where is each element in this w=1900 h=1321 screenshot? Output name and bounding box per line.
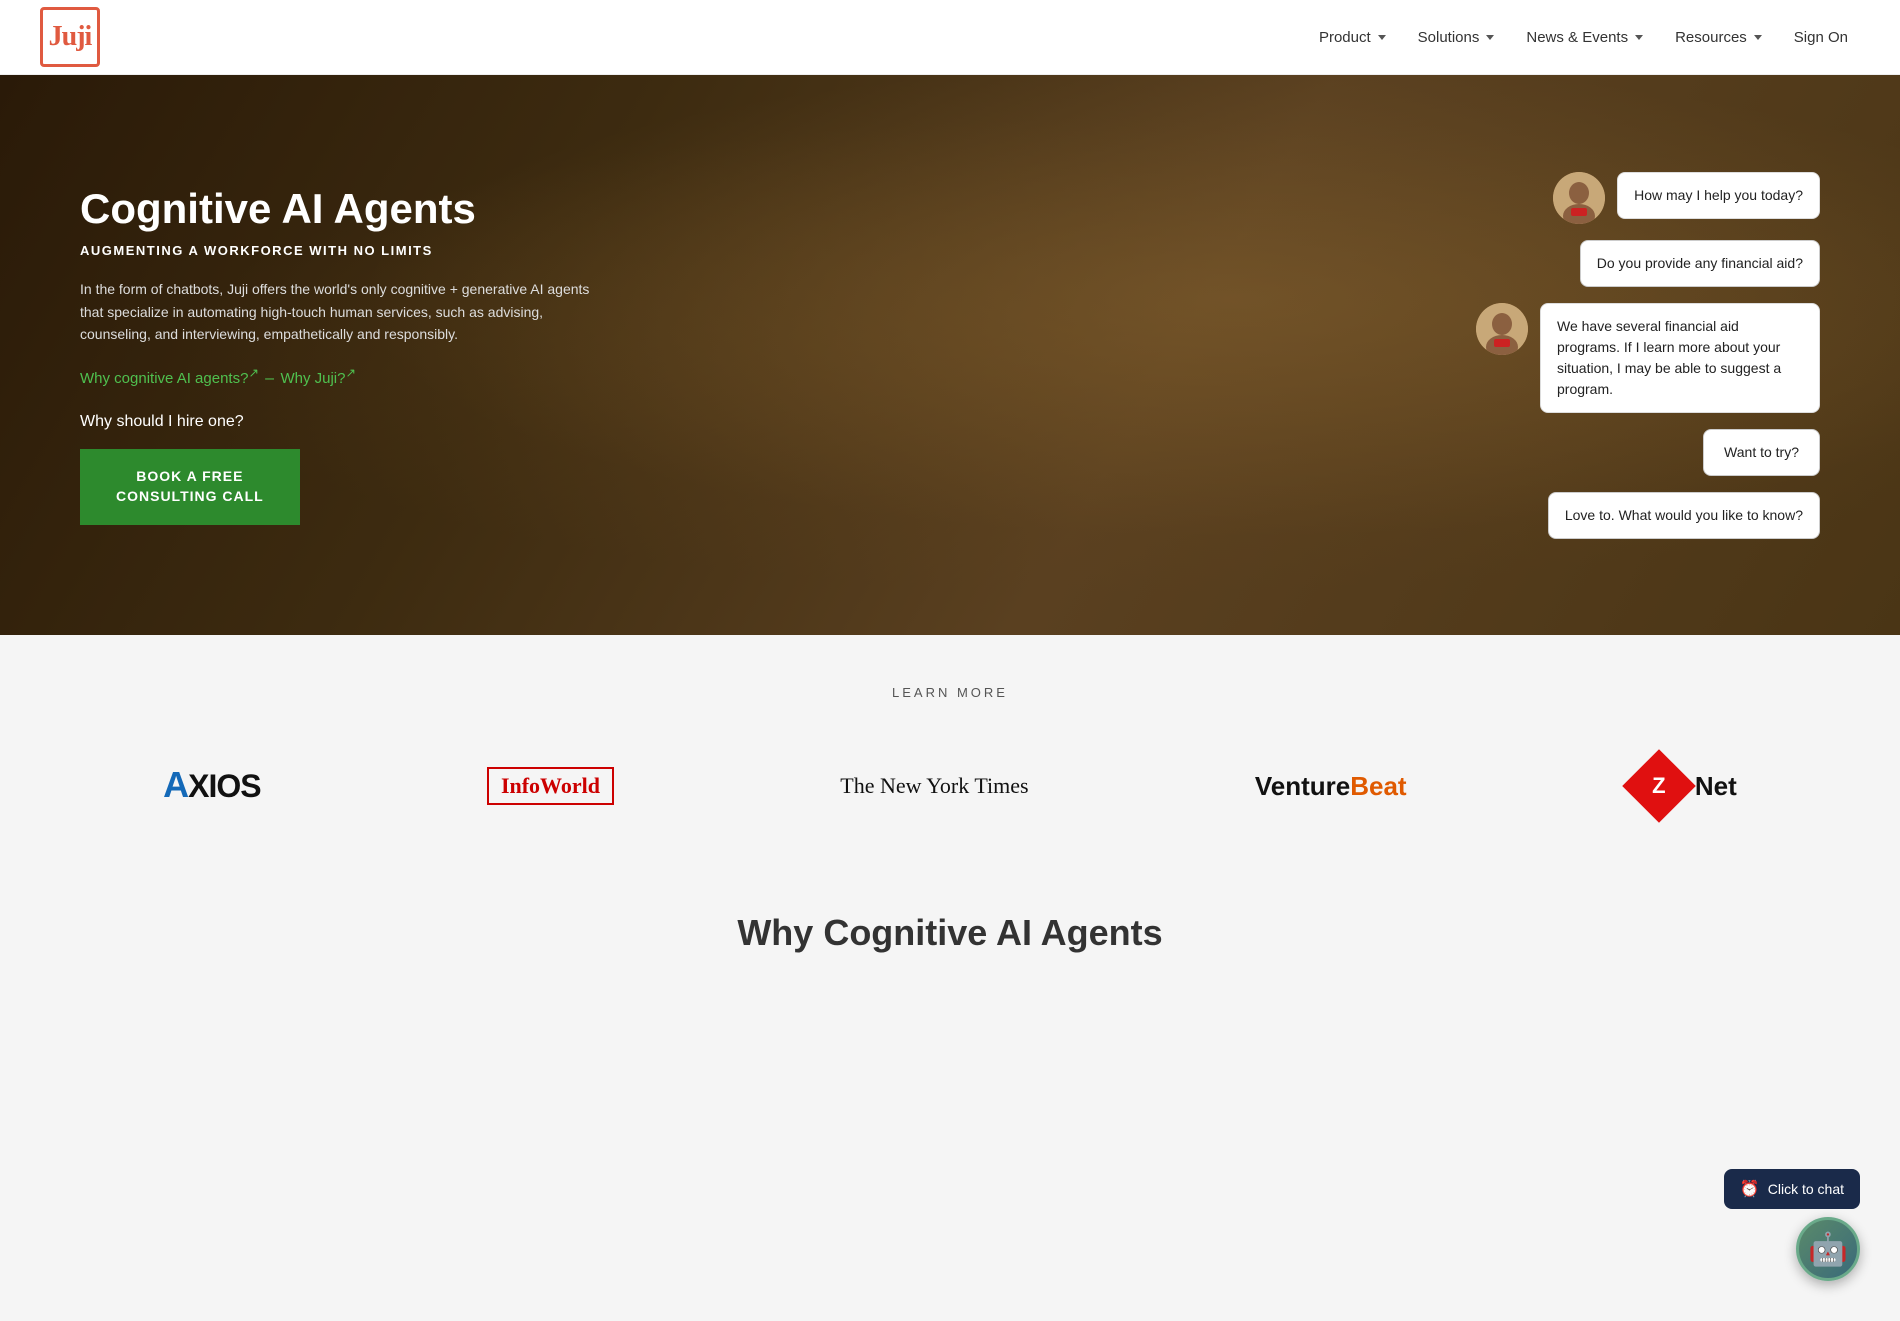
nav-solutions-label: Solutions <box>1418 29 1480 46</box>
hero-description: In the form of chatbots, Juji offers the… <box>80 278 600 345</box>
logo-venturebeat: VentureBeat <box>1255 771 1407 802</box>
chat-widget[interactable]: ⏰ Click to chat 🤖 <box>1724 1169 1860 1281</box>
hero-chat-demo: How may I help you today? Do you provide… <box>1476 172 1820 539</box>
chat-bubble-2: Do you provide any financial aid? <box>1580 240 1820 287</box>
hero-left: Cognitive AI Agents AUGMENTING A WORKFOR… <box>80 185 600 524</box>
nav-signin-label: Sign On <box>1794 29 1848 46</box>
chat-text-1: How may I help you today? <box>1634 187 1803 203</box>
bot-avatar-svg-2 <box>1476 303 1528 355</box>
logo-infoworld: InfoWorld <box>487 767 614 805</box>
infoworld-logo-text: InfoWorld <box>487 767 614 805</box>
chat-row-3: We have several financial aid programs. … <box>1476 303 1820 413</box>
chat-row-2: Do you provide any financial aid? <box>1580 240 1820 287</box>
chat-bubble-5: Love to. What would you like to know? <box>1548 492 1820 539</box>
nyt-logo-text: The New York Times <box>840 773 1028 799</box>
bot-avatar-1 <box>1553 172 1605 224</box>
chat-text-5: Love to. What would you like to know? <box>1565 507 1803 523</box>
why-juji-label: Why Juji? <box>280 370 345 387</box>
hero-title: Cognitive AI Agents <box>80 185 600 233</box>
bot-avatar-svg-1 <box>1553 172 1605 224</box>
logo-box: Juji <box>40 7 100 67</box>
chat-bot-button[interactable]: 🤖 <box>1796 1217 1860 1281</box>
nav-links: Product Solutions News & Events Resource… <box>1307 21 1860 54</box>
nav-news[interactable]: News & Events <box>1514 21 1655 54</box>
nav-solutions[interactable]: Solutions <box>1406 21 1507 54</box>
why-juji-link[interactable]: Why Juji?↗ <box>280 370 356 387</box>
chat-row-4: Want to try? <box>1703 429 1820 476</box>
why-section-preview: Why Cognitive AI Agents <box>0 872 1900 974</box>
hero-links: Why cognitive AI agents?↗ – Why Juji?↗ <box>80 365 600 388</box>
consulting-call-button[interactable]: BOOK A FREE CONSULTING CALL <box>80 449 300 524</box>
chat-text-2: Do you provide any financial aid? <box>1597 255 1803 271</box>
nav-signin-link[interactable]: Sign On <box>1782 21 1860 54</box>
hero-subtitle: AUGMENTING A WORKFORCE WITH NO LIMITS <box>80 243 600 258</box>
zdnet-z-letter: Z <box>1652 775 1665 797</box>
btn-line1: BOOK A FREE <box>136 468 243 484</box>
why-title: Why Cognitive AI Agents <box>20 912 1880 954</box>
hero-content: Cognitive AI Agents AUGMENTING A WORKFOR… <box>0 172 1900 539</box>
nav-news-link[interactable]: News & Events <box>1514 21 1655 54</box>
logo[interactable]: Juji <box>40 7 100 67</box>
chat-bot-icon: 🤖 <box>1808 1230 1848 1268</box>
link-separator: – <box>265 370 278 387</box>
product-chevron-icon <box>1378 35 1386 40</box>
chat-bubble-1: How may I help you today? <box>1617 172 1820 219</box>
nav-resources[interactable]: Resources <box>1663 21 1774 54</box>
navbar: Juji Product Solutions News & Events Res… <box>0 0 1900 75</box>
nav-product-link[interactable]: Product <box>1307 21 1398 54</box>
chat-row-1: How may I help you today? <box>1553 172 1820 224</box>
nav-news-label: News & Events <box>1526 29 1628 46</box>
nav-signin[interactable]: Sign On <box>1782 21 1860 54</box>
zdnet-net-text: Net <box>1695 771 1737 802</box>
hero-section: Cognitive AI Agents AUGMENTING A WORKFOR… <box>0 75 1900 635</box>
logo-zdnet: Z Net <box>1633 760 1737 812</box>
nav-solutions-link[interactable]: Solutions <box>1406 21 1507 54</box>
logo-text: Juji <box>49 21 92 53</box>
nav-resources-link[interactable]: Resources <box>1663 21 1774 54</box>
zdnet-diamond-icon: Z <box>1622 749 1696 823</box>
chat-tooltip: ⏰ Click to chat <box>1724 1169 1860 1209</box>
why-hire-text: Why should I hire one? <box>80 413 600 431</box>
chat-clock-icon: ⏰ <box>1740 1179 1760 1199</box>
chat-text-3: We have several financial aid programs. … <box>1557 318 1781 397</box>
why-cognitive-label: Why cognitive AI agents? <box>80 370 248 387</box>
zdnet-logo-container: Z Net <box>1633 760 1737 812</box>
learn-more-section: LEARN MORE <box>0 635 1900 740</box>
chat-row-5: Love to. What would you like to know? <box>1548 492 1820 539</box>
resources-chevron-icon <box>1754 35 1762 40</box>
news-chevron-icon <box>1635 35 1643 40</box>
nav-resources-label: Resources <box>1675 29 1747 46</box>
axios-logo-text: AXIOS <box>163 767 260 805</box>
logo-nyt: The New York Times <box>840 773 1028 799</box>
nav-product[interactable]: Product <box>1307 21 1398 54</box>
learn-more-label: LEARN MORE <box>20 685 1880 700</box>
bot-avatar-2 <box>1476 303 1528 355</box>
logos-section: AXIOS InfoWorld The New York Times Ventu… <box>0 740 1900 872</box>
chat-text-4: Want to try? <box>1724 444 1799 460</box>
chat-bubble-3: We have several financial aid programs. … <box>1540 303 1820 413</box>
why-cognitive-superscript: ↗ <box>248 366 258 380</box>
logo-axios: AXIOS <box>163 767 260 805</box>
why-cognitive-link[interactable]: Why cognitive AI agents?↗ <box>80 370 263 387</box>
solutions-chevron-icon <box>1486 35 1494 40</box>
chat-bubble-4: Want to try? <box>1703 429 1820 476</box>
why-juji-superscript: ↗ <box>345 366 355 380</box>
nav-product-label: Product <box>1319 29 1371 46</box>
venturebeat-logo-text: VentureBeat <box>1255 771 1407 802</box>
btn-line2: CONSULTING CALL <box>116 488 264 504</box>
chat-tooltip-text: Click to chat <box>1768 1181 1844 1197</box>
